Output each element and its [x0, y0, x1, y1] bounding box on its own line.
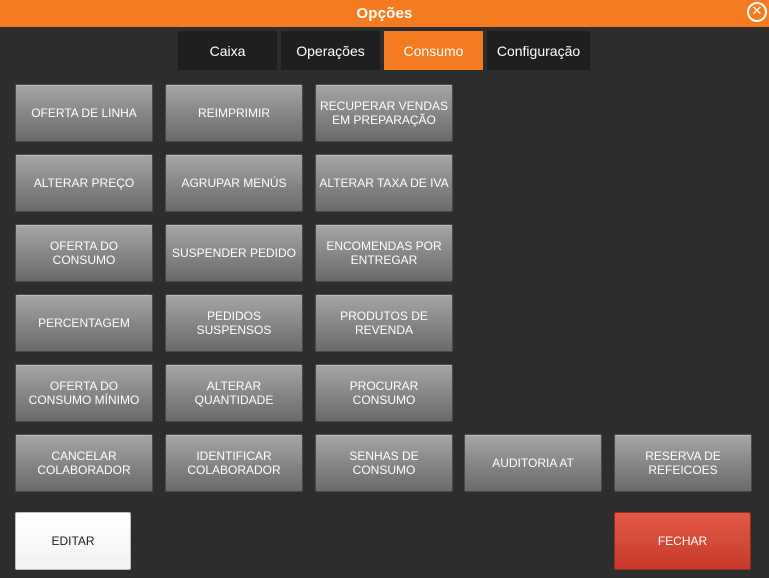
recuperar-vendas-button[interactable]: RECUPERAR VENDAS EM PREPARAÇÃO: [315, 84, 453, 142]
alterar-preco-button[interactable]: ALTERAR PREÇO: [15, 154, 153, 212]
options-window: Opções ✕ Caixa Operações Consumo Configu…: [0, 0, 769, 578]
alterar-taxa-iva-button[interactable]: ALTERAR TAXA DE IVA: [315, 154, 453, 212]
close-icon[interactable]: ✕: [747, 2, 767, 22]
produtos-de-revenda-button[interactable]: PRODUTOS DE REVENDA: [315, 294, 453, 352]
procurar-consumo-button[interactable]: PROCURAR CONSUMO: [315, 364, 453, 422]
percentagem-button[interactable]: PERCENTAGEM: [15, 294, 153, 352]
tab-consumo[interactable]: Consumo: [384, 31, 483, 70]
edit-button[interactable]: EDITAR: [15, 512, 131, 570]
reimprimir-button[interactable]: REIMPRIMIR: [165, 84, 303, 142]
suspender-pedido-button[interactable]: SUSPENDER PEDIDO: [165, 224, 303, 282]
tab-operacoes[interactable]: Operações: [281, 31, 380, 70]
identificar-colaborador-button[interactable]: IDENTIFICAR COLABORADOR: [165, 434, 303, 492]
oferta-consumo-minimo-button[interactable]: OFERTA DO CONSUMO MÍNIMO: [15, 364, 153, 422]
tab-caixa[interactable]: Caixa: [178, 31, 277, 70]
title-bar: Opções ✕: [0, 0, 769, 27]
cancelar-colaborador-button[interactable]: CANCELAR COLABORADOR: [15, 434, 153, 492]
senhas-de-consumo-button[interactable]: SENHAS DE CONSUMO: [315, 434, 453, 492]
tab-bar: Caixa Operações Consumo Configuração: [178, 31, 590, 70]
oferta-de-linha-button[interactable]: OFERTA DE LINHA: [15, 84, 153, 142]
auditoria-at-button[interactable]: AUDITORIA AT: [464, 434, 602, 492]
pedidos-suspensos-button[interactable]: PEDIDOS SUSPENSOS: [165, 294, 303, 352]
tab-configuracao[interactable]: Configuração: [487, 31, 590, 70]
agrupar-menus-button[interactable]: AGRUPAR MENÚS: [165, 154, 303, 212]
close-button[interactable]: FECHAR: [614, 512, 751, 570]
window-title: Opções: [356, 5, 413, 22]
encomendas-por-entregar-button[interactable]: ENCOMENDAS POR ENTREGAR: [315, 224, 453, 282]
reserva-de-refeicoes-button[interactable]: RESERVA DE REFEICOES: [614, 434, 752, 492]
oferta-do-consumo-button[interactable]: OFERTA DO CONSUMO: [15, 224, 153, 282]
alterar-quantidade-button[interactable]: ALTERAR QUANTIDADE: [165, 364, 303, 422]
